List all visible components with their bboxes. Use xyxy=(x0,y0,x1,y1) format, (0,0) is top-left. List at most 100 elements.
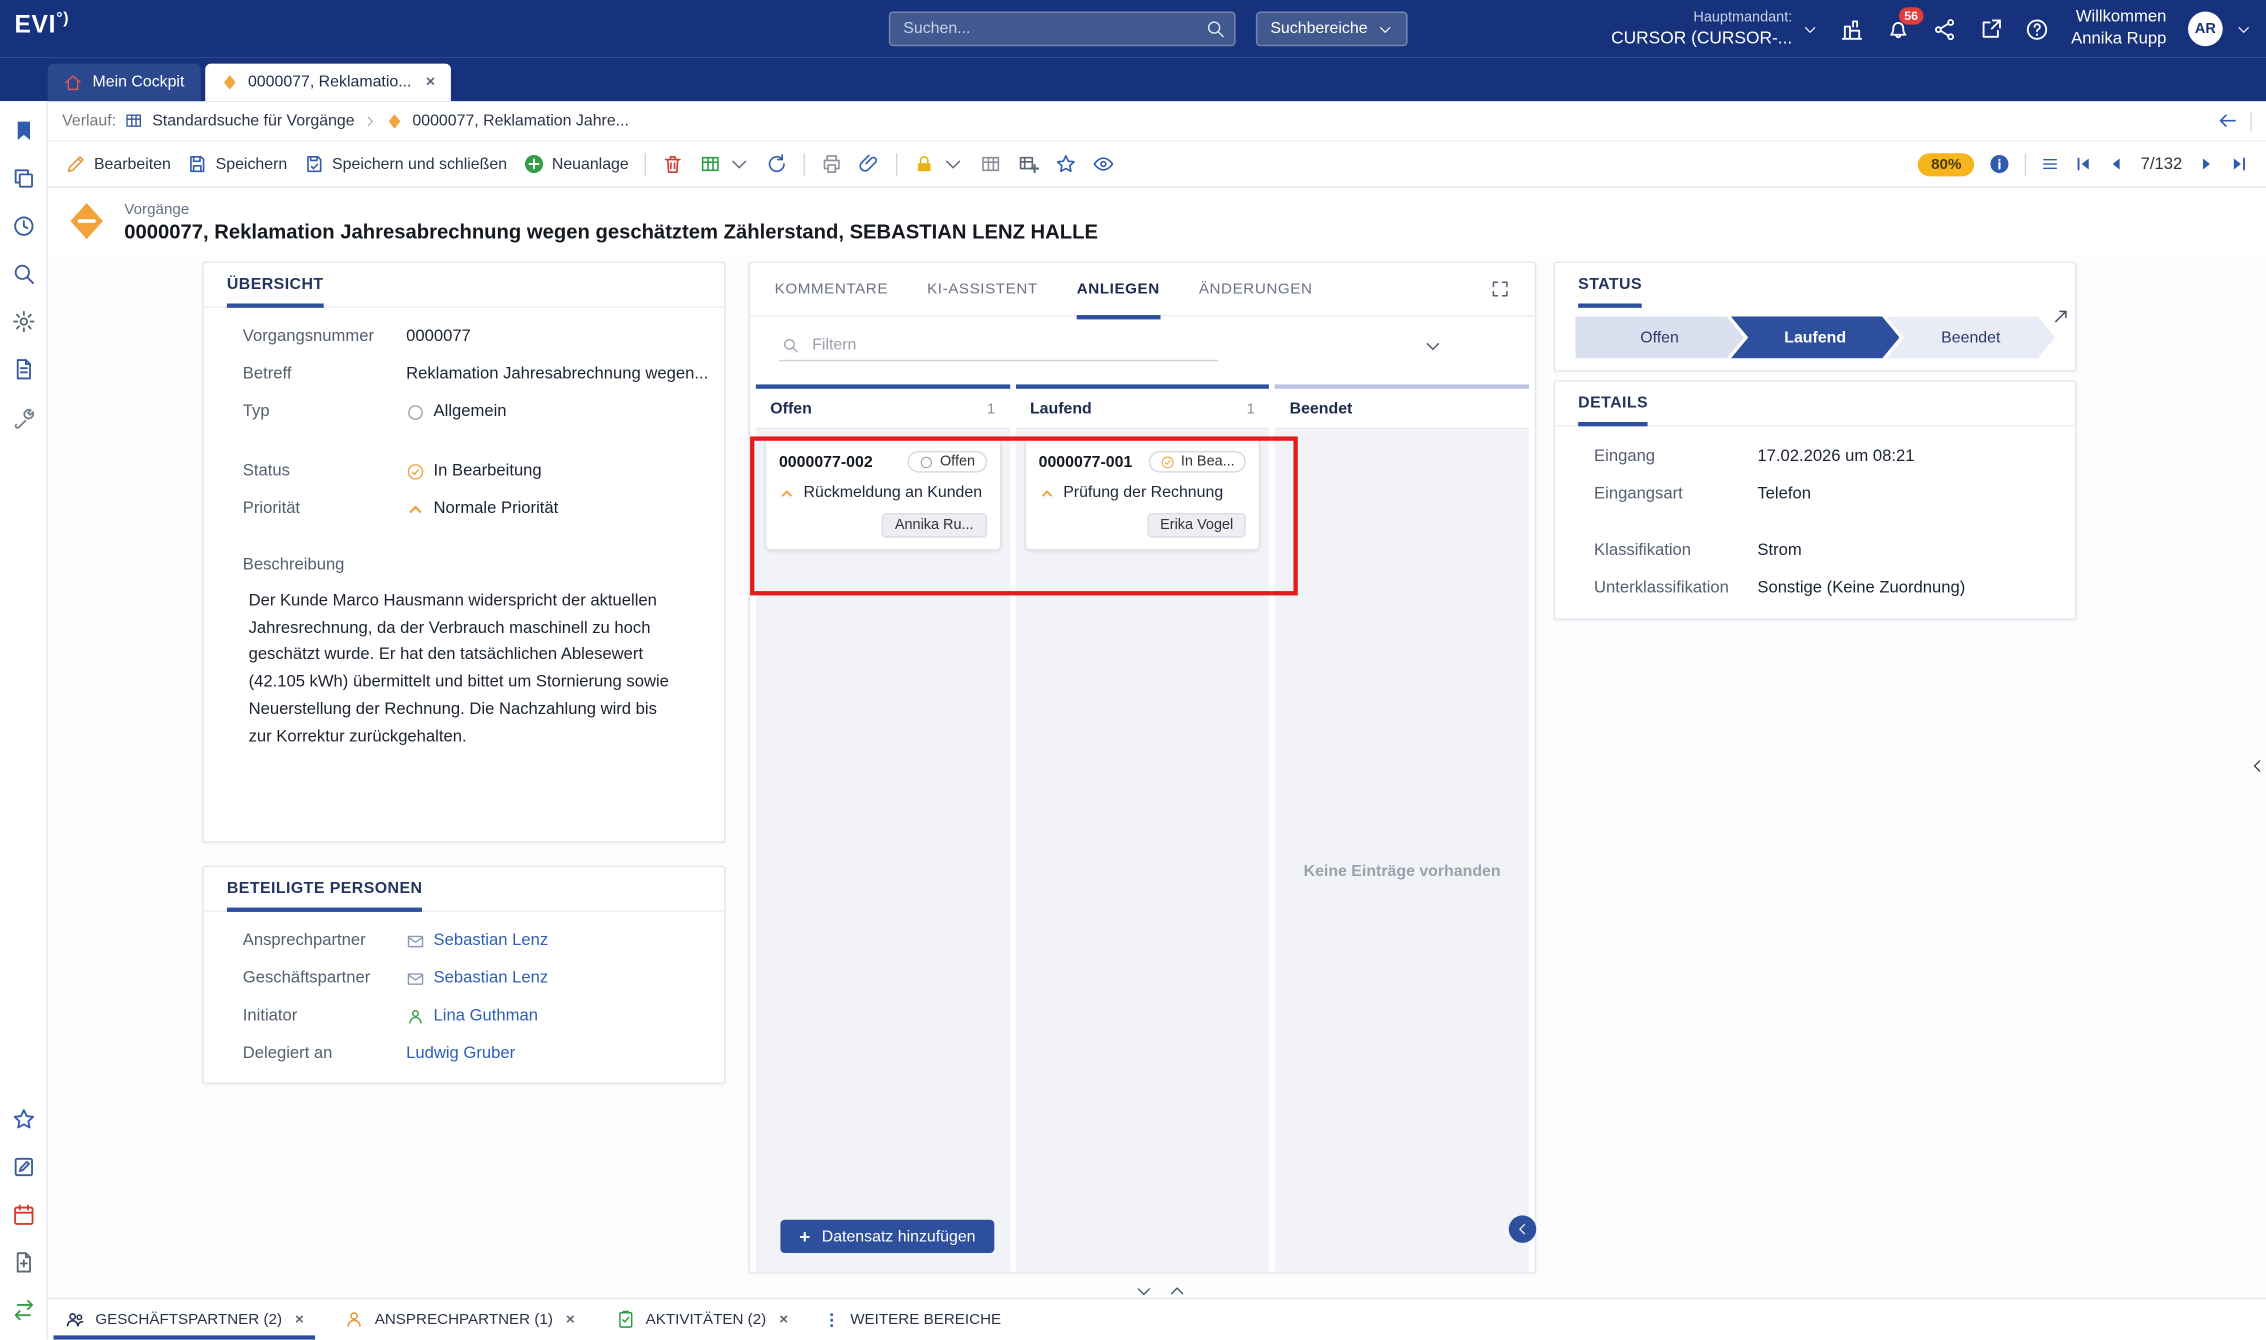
tab-anliegen[interactable]: ANLIEGEN xyxy=(1077,262,1160,318)
person-link[interactable]: Sebastian Lenz xyxy=(434,970,549,987)
status-header: STATUS xyxy=(1555,263,2075,306)
person-link[interactable]: Lina Guthman xyxy=(434,1007,538,1024)
dock-arrow-icon[interactable] xyxy=(2051,306,2071,326)
tenant-value: CURSOR (CURSOR-... xyxy=(1611,27,1792,48)
tab-close-icon[interactable]: × xyxy=(779,1311,788,1328)
edge-splitter-handle[interactable] xyxy=(2249,757,2266,774)
more-areas-label: WEITERE BEREICHE xyxy=(850,1311,1001,1328)
quality-badge[interactable]: 80% xyxy=(1918,152,1974,175)
sidebar-copy-button[interactable] xyxy=(11,166,36,191)
status-step-beendet[interactable]: Beendet xyxy=(1886,316,2055,358)
avatar[interactable]: AR xyxy=(2188,12,2223,47)
add-to-table-button[interactable] xyxy=(1018,153,1040,175)
sidebar-favorites-button[interactable] xyxy=(11,1107,36,1132)
user-menu-chevron-icon[interactable] xyxy=(2236,21,2252,37)
more-areas-button[interactable]: WEITERE BEREICHE xyxy=(823,1299,1001,1339)
issue-card[interactable]: 0000077-002 Offen Rückmeldung an Kunden … xyxy=(765,438,1002,551)
sidebar-tools-button[interactable] xyxy=(11,405,36,430)
tenant-selector[interactable]: Hauptmandant: CURSOR (CURSOR-... xyxy=(1611,10,1792,48)
global-search[interactable] xyxy=(889,12,1236,47)
person-icon xyxy=(406,1007,425,1026)
open-external-button[interactable] xyxy=(1979,17,2004,42)
tab-record[interactable]: 0000077, Reklamatio... × xyxy=(205,64,452,102)
tab-uebersicht[interactable]: ÜBERSICHT xyxy=(227,276,324,308)
tab-close-icon[interactable]: × xyxy=(426,74,435,91)
new-record-button[interactable]: Neuanlage xyxy=(523,153,629,175)
sidebar-notes-button[interactable] xyxy=(11,1155,36,1180)
bottom-tab-geschaeftspartner[interactable]: GESCHÄFTSPARTNER (2) × xyxy=(59,1299,309,1339)
add-record-button[interactable]: +Datensatz hinzufügen xyxy=(780,1220,994,1253)
tab-aenderungen[interactable]: ÄNDERUNGEN xyxy=(1199,263,1313,315)
search-icon[interactable] xyxy=(1205,19,1225,39)
table-plus-icon xyxy=(1018,153,1040,175)
app-window: EVI°) Suchbereiche Hauptmandant: CURSOR … xyxy=(0,0,2266,1340)
tab-close-icon[interactable]: × xyxy=(566,1311,575,1328)
overview-panel: ÜBERSICHT Vorgangsnummer0000077 BetreffR… xyxy=(202,262,725,843)
next-record-button[interactable] xyxy=(2197,155,2216,174)
field-label: Vorgangsnummer xyxy=(243,328,406,345)
organization-button[interactable] xyxy=(1840,17,1865,42)
history-back-icon[interactable] xyxy=(2217,110,2239,132)
check-circle-icon xyxy=(1161,455,1175,469)
search-input[interactable] xyxy=(889,12,1236,47)
sidebar-settings-button[interactable] xyxy=(11,309,36,334)
filter-field[interactable] xyxy=(779,331,1218,361)
table-view-button[interactable] xyxy=(980,153,1002,175)
tab-kommentare[interactable]: KOMMENTARE xyxy=(775,263,888,315)
delete-button[interactable] xyxy=(662,153,684,175)
sidebar-documents-button[interactable] xyxy=(11,357,36,382)
tab-ki-assistent[interactable]: KI-ASSISTENT xyxy=(927,263,1038,315)
favorite-button[interactable] xyxy=(1055,153,1077,175)
bottom-tab-aktivitaeten[interactable]: AKTIVITÄTEN (2) × xyxy=(609,1299,793,1339)
issue-card[interactable]: 0000077-001 In Bea... Prüfung der Rechnu… xyxy=(1024,438,1261,551)
kanban-board: Offen1 0000077-002 Offen Rückmeldung an … xyxy=(756,384,1529,1271)
save-and-close-button[interactable]: Speichern und schließen xyxy=(303,153,507,175)
watch-button[interactable] xyxy=(1093,153,1115,175)
sidebar-new-document-button[interactable] xyxy=(11,1250,36,1275)
previous-record-button[interactable] xyxy=(2107,155,2126,174)
collapse-panel-button[interactable] xyxy=(1509,1215,1536,1242)
last-record-button[interactable] xyxy=(2230,155,2249,174)
chevron-down-icon[interactable] xyxy=(1424,337,1443,356)
notifications-button[interactable]: 56 xyxy=(1886,17,1911,42)
lock-button[interactable] xyxy=(913,153,964,175)
breadcrumb-item-search[interactable]: Standardsuche für Vorgänge xyxy=(152,112,354,129)
share-button[interactable] xyxy=(1932,17,1957,42)
status-step-offen[interactable]: Offen xyxy=(1575,316,1744,358)
chevron-up-icon[interactable] xyxy=(1168,1282,1187,1301)
list-menu-button[interactable] xyxy=(2041,155,2060,174)
refresh-button[interactable] xyxy=(766,153,788,175)
welcome-line1: Willkommen xyxy=(2071,7,2166,29)
tenant-chevron-icon[interactable] xyxy=(1802,21,1818,37)
tab-mein-cockpit[interactable]: Mein Cockpit xyxy=(48,64,201,102)
toolbar-right: 80% 7/132 xyxy=(1918,152,2249,175)
search-areas-button[interactable]: Suchbereiche xyxy=(1256,12,1408,47)
sidebar-swap-button[interactable] xyxy=(11,1298,36,1323)
status-step-laufend[interactable]: Laufend xyxy=(1731,316,1900,358)
person-link[interactable]: Ludwig Gruber xyxy=(406,1045,515,1062)
help-button[interactable] xyxy=(2025,17,2050,42)
first-record-button[interactable] xyxy=(2074,155,2093,174)
attachments-button[interactable] xyxy=(859,153,881,175)
chevron-down-icon[interactable] xyxy=(1134,1282,1153,1301)
sidebar-bookmarks-button[interactable] xyxy=(11,119,36,144)
bottom-tab-ansprechpartner[interactable]: ANSPRECHPARTNER (1) × xyxy=(339,1299,581,1339)
sidebar-calendar-button[interactable] xyxy=(11,1202,36,1227)
info-icon[interactable] xyxy=(1989,153,2011,175)
sidebar-search-button[interactable] xyxy=(11,262,36,287)
expand-icon[interactable] xyxy=(1490,279,1510,299)
export-button[interactable] xyxy=(700,153,751,175)
filter-input[interactable] xyxy=(809,335,1215,355)
person-link[interactable]: Sebastian Lenz xyxy=(434,932,549,949)
help-icon xyxy=(2025,17,2050,42)
sidebar xyxy=(0,101,48,1340)
status-badge: In Bea... xyxy=(1149,451,1246,473)
document-icon xyxy=(11,357,36,382)
print-button[interactable] xyxy=(821,153,843,175)
save-button[interactable]: Speichern xyxy=(187,153,288,175)
tab-close-icon[interactable]: × xyxy=(295,1311,304,1328)
person-row: Delegiert anLudwig Gruber xyxy=(204,1035,724,1073)
breadcrumb-item-record[interactable]: 0000077, Reklamation Jahre... xyxy=(412,112,629,129)
edit-button[interactable]: Bearbeiten xyxy=(65,153,171,175)
sidebar-history-button[interactable] xyxy=(11,214,36,239)
